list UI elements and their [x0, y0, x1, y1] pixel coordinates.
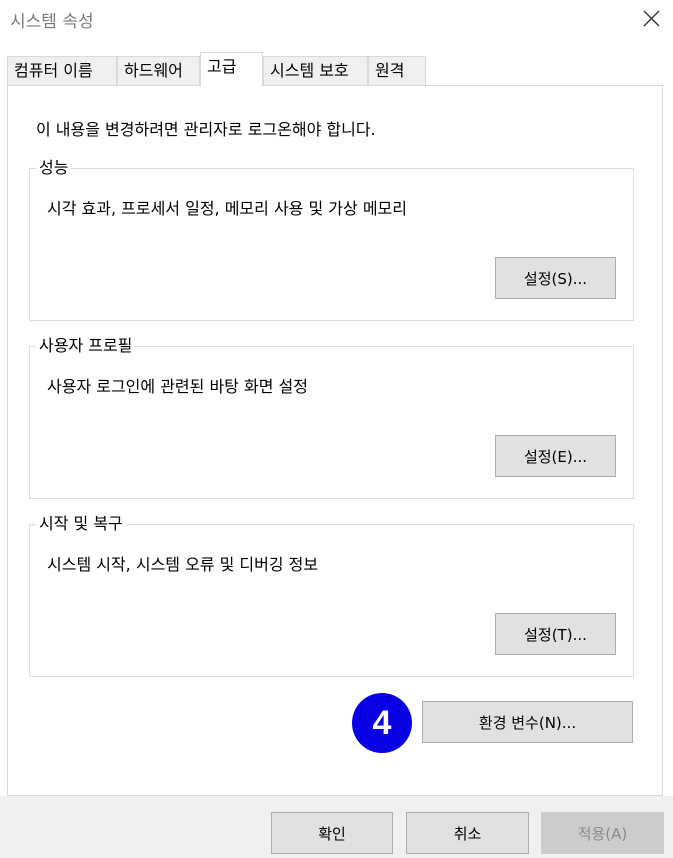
group-description: 시각 효과, 프로세서 일정, 메모리 사용 및 가상 메모리 [47, 199, 407, 218]
tab-label: 컴퓨터 이름 [14, 61, 93, 80]
tab-label: 고급 [207, 57, 237, 76]
dialog-footer: 확인 취소 적용(A) [0, 796, 673, 858]
ok-button[interactable]: 확인 [271, 812, 393, 854]
tab-system-protection[interactable]: 시스템 보호 [263, 56, 368, 85]
tab-hardware[interactable]: 하드웨어 [117, 56, 200, 85]
startup-recovery-settings-button[interactable]: 설정(T)... [495, 613, 616, 655]
title-bar: 시스템 속성 [0, 0, 673, 36]
tab-advanced[interactable]: 고급 [200, 52, 263, 86]
group-title: 사용자 프로필 [36, 335, 136, 357]
group-title: 시작 및 복구 [36, 513, 126, 535]
apply-button[interactable]: 적용(A) [541, 812, 664, 854]
user-profiles-group: 사용자 프로필 사용자 로그인에 관련된 바탕 화면 설정 설정(E)... [29, 335, 634, 499]
window-title: 시스템 속성 [10, 12, 94, 32]
close-button[interactable] [636, 4, 666, 32]
tab-label: 원격 [375, 61, 405, 80]
tab-label: 시스템 보호 [270, 61, 349, 80]
startup-recovery-group: 시작 및 복구 시스템 시작, 시스템 오류 및 디버깅 정보 설정(T)... [29, 513, 634, 677]
tab-strip: 컴퓨터 이름 하드웨어 고급 시스템 보호 원격 [0, 52, 673, 86]
admin-note: 이 내용을 변경하려면 관리자로 로그온해야 합니다. [36, 120, 376, 139]
performance-group: 성능 시각 효과, 프로세서 일정, 메모리 사용 및 가상 메모리 설정(S)… [29, 157, 634, 321]
group-description: 사용자 로그인에 관련된 바탕 화면 설정 [47, 377, 308, 396]
user-profiles-settings-button[interactable]: 설정(E)... [495, 435, 616, 477]
tab-remote[interactable]: 원격 [368, 56, 426, 85]
step-badge: 4 [352, 693, 412, 753]
cancel-button[interactable]: 취소 [406, 812, 529, 854]
group-title: 성능 [36, 157, 72, 179]
close-icon [643, 10, 660, 27]
performance-settings-button[interactable]: 설정(S)... [495, 257, 616, 299]
group-description: 시스템 시작, 시스템 오류 및 디버깅 정보 [47, 555, 319, 574]
environment-variables-button[interactable]: 환경 변수(N)... [422, 701, 633, 743]
tab-label: 하드웨어 [124, 61, 183, 80]
tab-computer-name[interactable]: 컴퓨터 이름 [7, 56, 117, 85]
